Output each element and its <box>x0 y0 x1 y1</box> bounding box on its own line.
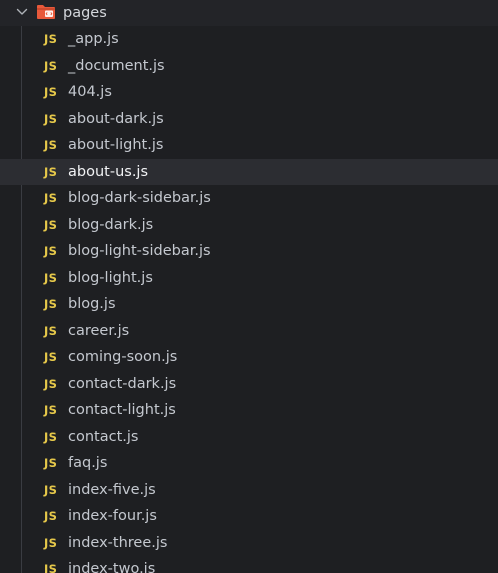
file-row[interactable]: JS 404.js <box>0 79 498 106</box>
file-row[interactable]: JS blog.js <box>0 291 498 318</box>
js-file-icon: JS <box>44 376 58 391</box>
js-file-icon: JS <box>44 350 58 364</box>
file-row[interactable]: JS about-dark.js <box>0 106 498 133</box>
file-row[interactable]: JS about-us.js <box>0 158 498 185</box>
file-name-label: index-three.js <box>68 534 168 551</box>
js-file-icon: JS <box>44 111 58 126</box>
js-file-icon: JS <box>44 403 58 417</box>
pages-folder-icon <box>37 5 55 19</box>
file-name-label: index-two.js <box>68 561 156 573</box>
file-explorer: pages JS _app.js JS _document.js JS 404.js JS a… <box>0 0 498 573</box>
js-file-icon: JS <box>44 164 58 179</box>
js-file-icon: JS <box>44 509 58 523</box>
js-file-icon: JS <box>44 562 58 573</box>
file-name-label: career.js <box>68 322 130 339</box>
file-name-label: contact-light.js <box>68 402 176 418</box>
js-file-icon: JS <box>44 244 58 258</box>
file-name-label: _app.js <box>68 31 119 47</box>
folder-label: pages <box>63 5 107 21</box>
file-row[interactable]: JS blog-dark.js <box>0 212 498 239</box>
file-row[interactable]: JS contact.js <box>0 424 498 451</box>
file-row[interactable]: JS _document.js <box>0 53 498 80</box>
file-name-label: contact-dark.js <box>68 375 177 392</box>
file-row[interactable]: JS blog-dark-sidebar.js <box>0 185 498 212</box>
file-row[interactable]: JS blog-light-sidebar.js <box>0 238 498 265</box>
js-file-icon: JS <box>44 191 58 205</box>
js-file-icon: JS <box>44 456 58 470</box>
js-file-icon: JS <box>44 85 58 99</box>
js-file-icon: JS <box>44 429 58 444</box>
js-file-icon: JS <box>44 58 58 73</box>
file-name-label: blog-dark-sidebar.js <box>68 190 211 206</box>
file-name-label: index-five.js <box>68 481 156 498</box>
file-row[interactable]: JS index-four.js <box>0 503 498 530</box>
file-row[interactable]: JS contact-light.js <box>0 397 498 424</box>
file-row[interactable]: JS about-light.js <box>0 132 498 159</box>
file-name-label: index-four.js <box>68 508 157 524</box>
file-name-label: faq.js <box>68 455 108 471</box>
file-name-label: about-light.js <box>68 137 164 153</box>
js-file-icon: JS <box>44 217 58 232</box>
file-name-label: blog-dark.js <box>68 216 154 233</box>
file-row[interactable]: JS career.js <box>0 318 498 345</box>
chevron-down-icon[interactable] <box>15 5 29 19</box>
js-file-icon: JS <box>44 535 58 550</box>
file-row[interactable]: JS contact-dark.js <box>0 371 498 398</box>
file-row[interactable]: JS coming-soon.js <box>0 344 498 371</box>
file-row[interactable]: JS faq.js <box>0 450 498 477</box>
js-file-icon: JS <box>44 32 58 46</box>
js-file-icon: JS <box>44 138 58 152</box>
file-name-label: blog-light.js <box>68 269 153 286</box>
file-name-label: blog.js <box>68 296 116 312</box>
file-name-label: contact.js <box>68 428 139 445</box>
file-list: JS _app.js JS _document.js JS 404.js JS about-d… <box>0 26 498 573</box>
js-file-icon: JS <box>44 323 58 338</box>
file-row[interactable]: JS _app.js <box>0 26 498 53</box>
file-name-label: about-dark.js <box>68 110 164 127</box>
js-file-icon: JS <box>44 270 58 285</box>
file-name-label: about-us.js <box>68 163 149 180</box>
file-name-label: blog-light-sidebar.js <box>68 243 211 259</box>
file-row[interactable]: JS index-three.js <box>0 530 498 557</box>
js-file-icon: JS <box>44 482 58 497</box>
file-name-label: 404.js <box>68 84 112 100</box>
file-row[interactable]: JS index-five.js <box>0 477 498 504</box>
folder-row-pages[interactable]: pages <box>0 0 498 26</box>
file-name-label: _document.js <box>68 57 165 74</box>
file-row[interactable]: JS blog-light.js <box>0 265 498 292</box>
js-file-icon: JS <box>44 297 58 311</box>
file-row[interactable]: JS index-two.js <box>0 556 498 573</box>
file-name-label: coming-soon.js <box>68 349 178 365</box>
